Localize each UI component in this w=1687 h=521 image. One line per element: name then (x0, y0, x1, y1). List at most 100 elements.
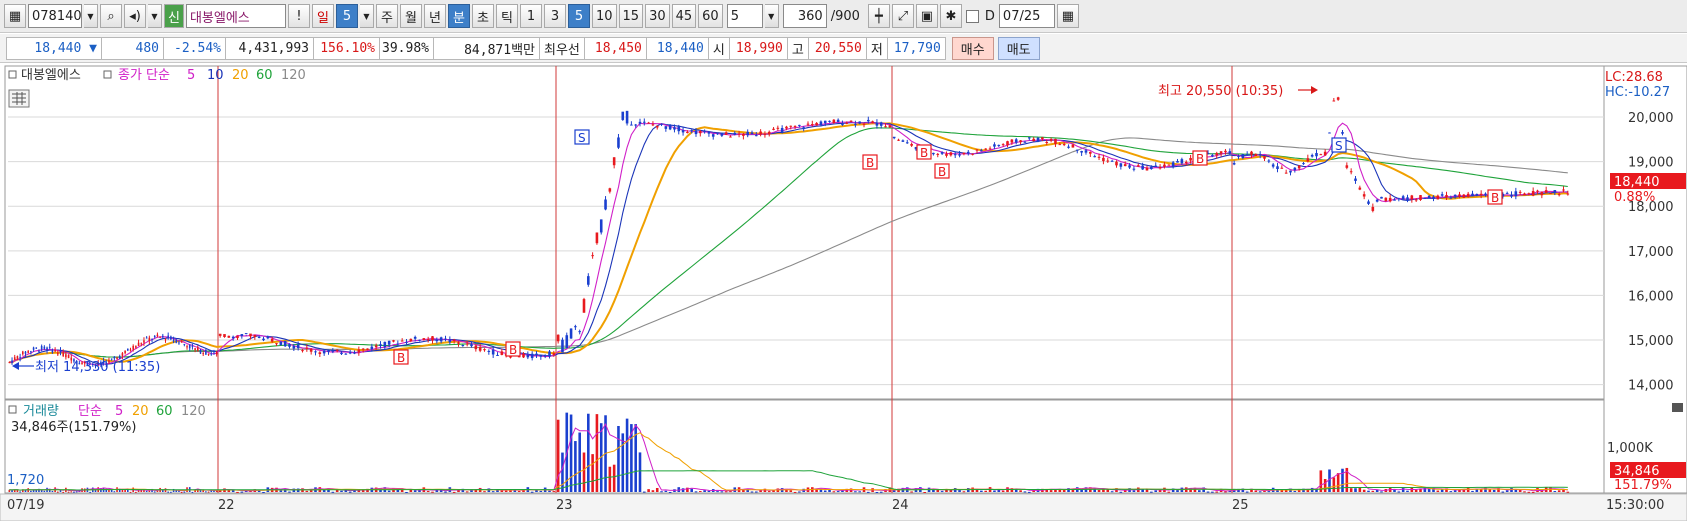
volume-bar (552, 491, 556, 493)
volume-bar (1557, 490, 1561, 492)
candle-body (54, 349, 56, 352)
volume-bar (750, 491, 754, 493)
volume-bar (1245, 491, 1249, 493)
volume-bar (1023, 491, 1027, 493)
candle-body (1518, 191, 1522, 193)
candle-body (288, 344, 291, 347)
candle-body (1019, 140, 1022, 143)
volume-left-value: 1,720 (7, 473, 44, 488)
candle-body (1393, 199, 1396, 201)
candle-body (867, 119, 870, 122)
ma-legend-5: 5 (187, 68, 195, 83)
candle-body (314, 351, 317, 353)
volume-bar (1224, 491, 1227, 493)
candle-body (819, 121, 823, 126)
candle-body (655, 125, 659, 128)
candle-body (186, 346, 188, 348)
candle-body (746, 131, 749, 136)
candle-body (46, 347, 48, 351)
buy-signal-marker: B (509, 343, 517, 357)
candle-body (348, 352, 352, 354)
ma-legend-20: 20 (232, 68, 249, 83)
volume-bar (113, 491, 116, 493)
candle-body (971, 153, 974, 155)
volume-bar (858, 491, 861, 493)
collapse-panel-icon[interactable] (1672, 403, 1683, 412)
candle-body (62, 352, 64, 357)
volume-bar (153, 491, 156, 493)
candle-body (556, 334, 560, 342)
candle-body (218, 333, 222, 336)
candle-body (638, 121, 642, 124)
volume-bar (1553, 491, 1557, 493)
y-axis-area (1603, 65, 1687, 494)
volume-bar (89, 491, 91, 493)
candle-body (135, 346, 137, 348)
volume-bar (331, 491, 335, 493)
volume-bar (1492, 489, 1496, 492)
candle-body (387, 340, 391, 345)
volume-bar (1358, 487, 1362, 492)
candle-body (828, 120, 831, 122)
volume-bar (1531, 491, 1535, 493)
candle-body (871, 121, 874, 124)
volume-bar (993, 490, 996, 492)
candle-body (1553, 190, 1557, 193)
candle-body (750, 132, 754, 135)
candle-body (132, 345, 134, 350)
candle-body (1388, 197, 1392, 202)
volume-bar (664, 490, 668, 492)
volume-bar (1150, 491, 1153, 493)
candle-body (183, 343, 186, 345)
candle-body (888, 125, 892, 128)
volume-bar (135, 491, 137, 493)
candle-body (1436, 195, 1440, 200)
candle-body (1384, 197, 1388, 201)
candle-body (1189, 158, 1192, 161)
volume-bar (1258, 491, 1262, 493)
candle-body (1224, 150, 1227, 153)
ma-legend-120: 120 (281, 68, 306, 83)
candle-body (1054, 138, 1057, 145)
candle-body (1136, 165, 1140, 167)
candle-body (279, 341, 283, 346)
candle-body (422, 338, 426, 340)
volume-bar (1097, 489, 1101, 492)
candle-body (162, 335, 164, 337)
candle-body (1310, 154, 1314, 157)
candle-body (1150, 166, 1153, 170)
candle-body (1089, 151, 1092, 154)
candle-body (340, 352, 343, 355)
volume-bar (660, 491, 663, 493)
candle-body (40, 346, 43, 350)
candle-body (1023, 141, 1027, 143)
candle-body (1371, 206, 1375, 211)
candle-body (275, 343, 278, 345)
sell-signal-marker: S (1335, 139, 1343, 153)
candle-body (552, 353, 556, 356)
volume-bar (755, 491, 758, 493)
candle-body (249, 333, 252, 337)
candle-body (1001, 144, 1005, 146)
candle-body (1058, 144, 1062, 146)
volume-bar (1527, 491, 1531, 493)
buy-signal-marker: B (866, 156, 874, 170)
candle-body (1067, 146, 1070, 148)
candle-body (140, 343, 143, 345)
candle-body (331, 350, 335, 352)
candle-body (759, 131, 762, 135)
volume-bar (1332, 477, 1336, 492)
price-chart[interactable]: BBBBBBBSS 14,00015,00016,00017,00018,000… (0, 0, 1687, 521)
volume-bar (426, 490, 430, 492)
candle-body (530, 353, 534, 359)
volume-bar (1501, 491, 1505, 493)
volume-bar (1371, 490, 1375, 492)
candle-body (1358, 187, 1362, 190)
candle-body (1075, 149, 1079, 151)
candle-body (862, 123, 866, 125)
volume-bar (1367, 490, 1370, 492)
volume-bar (129, 491, 132, 493)
candle-body (448, 339, 452, 343)
candle-body (357, 349, 361, 353)
candle-body (1557, 194, 1561, 196)
